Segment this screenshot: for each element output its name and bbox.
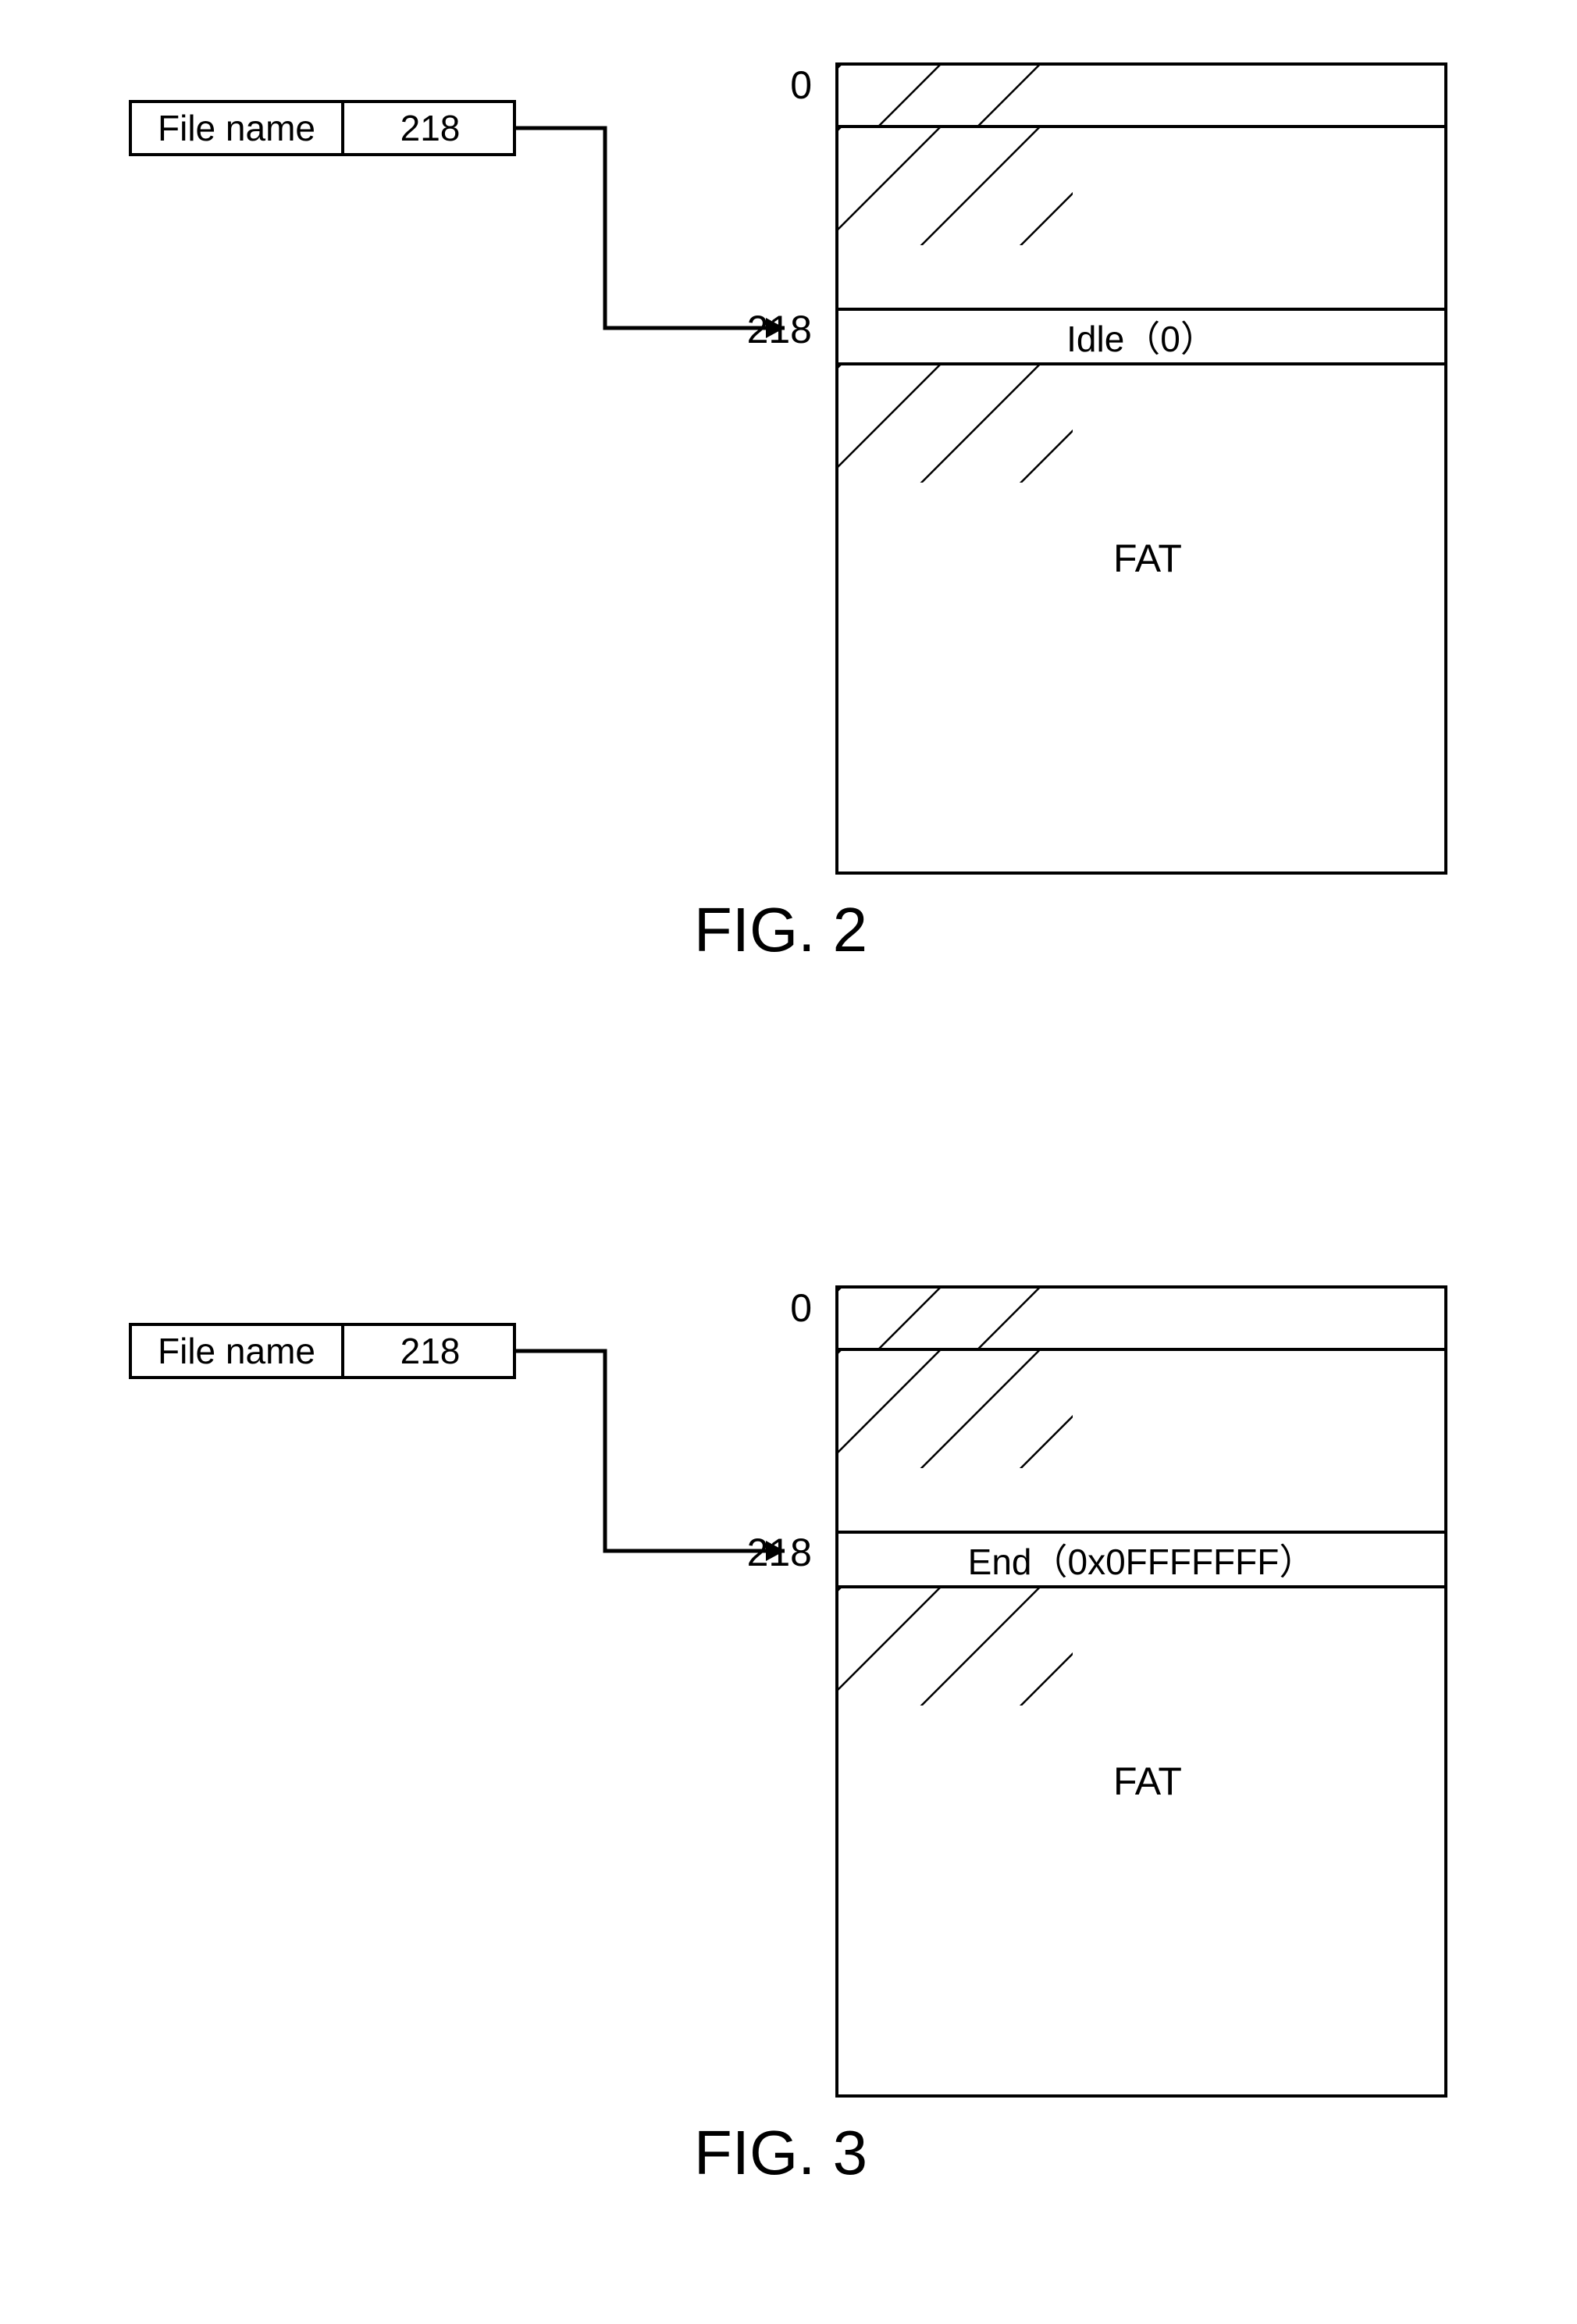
file-entry-label-fig3: File name <box>158 1330 315 1372</box>
fat-block-lower-fig3 <box>838 1585 1444 2094</box>
file-entry-cluster-cell: 218 <box>344 103 516 153</box>
file-entry-cluster: 218 <box>400 107 461 149</box>
file-entry-cluster-cell-fig3: 218 <box>344 1326 516 1376</box>
fat-row-0-fig2 <box>838 66 1444 125</box>
fat-row-218-fig2: Idle（0） <box>838 308 1444 362</box>
fat-target-index-fig3: 218 <box>734 1530 812 1575</box>
file-entry-cluster-fig3: 218 <box>400 1330 461 1372</box>
fat-table-fig2: Idle（0） <box>835 62 1447 875</box>
fat-block-upper-fig2 <box>838 125 1444 308</box>
fat-row-218-value-fig3: End（0x0FFFFFFF） <box>968 1534 1315 1585</box>
fat-table-fig3: End（0x0FFFFFFF） <box>835 1285 1447 2098</box>
fat-row-218-fig3: End（0x0FFFFFFF） <box>838 1531 1444 1585</box>
fat-area-label-fig3: FAT <box>1093 1754 1202 1809</box>
file-entry-fig3: File name 218 <box>129 1323 516 1379</box>
file-entry-label-cell-fig3: File name <box>132 1326 344 1376</box>
caption-fig3: FIG. 3 <box>546 2117 1015 2189</box>
fat-row-0-fig3 <box>838 1289 1444 1348</box>
fat-top-index-fig3: 0 <box>749 1285 812 1331</box>
fat-target-index-fig2: 218 <box>734 307 812 352</box>
fat-block-lower-fig2 <box>838 362 1444 872</box>
file-entry-label-cell: File name <box>132 103 344 153</box>
fat-row-218-value-fig2: Idle（0） <box>1066 311 1216 362</box>
fat-top-index-fig2: 0 <box>749 62 812 108</box>
file-entry-label: File name <box>158 107 315 149</box>
fat-area-label-fig2: FAT <box>1093 531 1202 586</box>
file-entry-fig2: File name 218 <box>129 100 516 156</box>
caption-fig2: FIG. 2 <box>546 894 1015 966</box>
fat-block-upper-fig3 <box>838 1348 1444 1531</box>
